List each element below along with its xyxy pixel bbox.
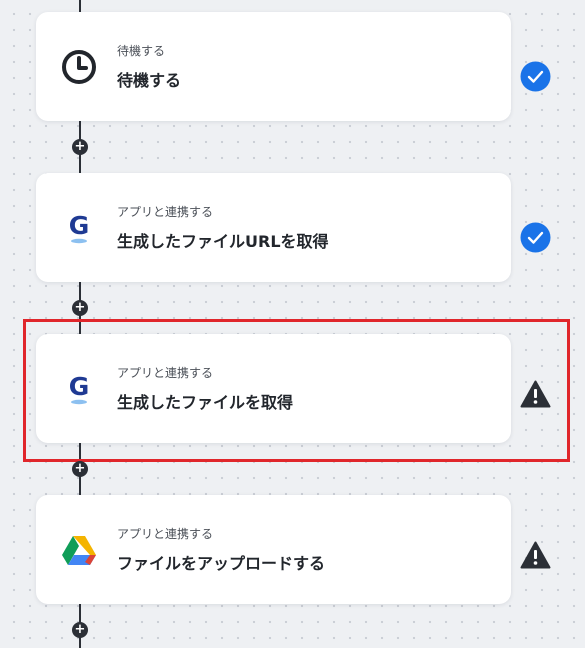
step-title: 生成したファイルURLを取得 [117,232,329,251]
step-card-wait[interactable]: 待機する 待機する [36,12,511,121]
warning-icon [520,540,551,571]
gamma-app-icon: G [60,209,98,247]
step-subtitle: アプリと連携する [117,527,214,541]
step-card-upload-file[interactable]: アプリと連携する ファイルをアップロードする [36,495,511,604]
svg-text:G: G [69,372,90,401]
step-title: 生成したファイルを取得 [117,393,294,412]
step-subtitle: 待機する [117,44,166,58]
add-step-button[interactable]: + [72,139,88,155]
step-subtitle: アプリと連携する [117,205,214,219]
add-step-button[interactable]: + [72,461,88,477]
gamma-app-icon: G [60,370,98,408]
step-title: ファイルをアップロードする [117,554,326,573]
add-step-button[interactable]: + [72,300,88,316]
add-step-button[interactable]: + [72,622,88,638]
check-icon [520,61,551,92]
step-card-get-file[interactable]: G アプリと連携する 生成したファイルを取得 [36,334,511,443]
step-subtitle: アプリと連携する [117,366,214,380]
step-card-get-file-url[interactable]: G アプリと連携する 生成したファイルURLを取得 [36,173,511,282]
svg-text:G: G [69,211,90,240]
google-drive-icon [60,531,98,569]
clock-icon [60,48,98,86]
step-title: 待機する [117,71,182,90]
check-icon [520,222,551,253]
warning-icon [520,379,551,410]
